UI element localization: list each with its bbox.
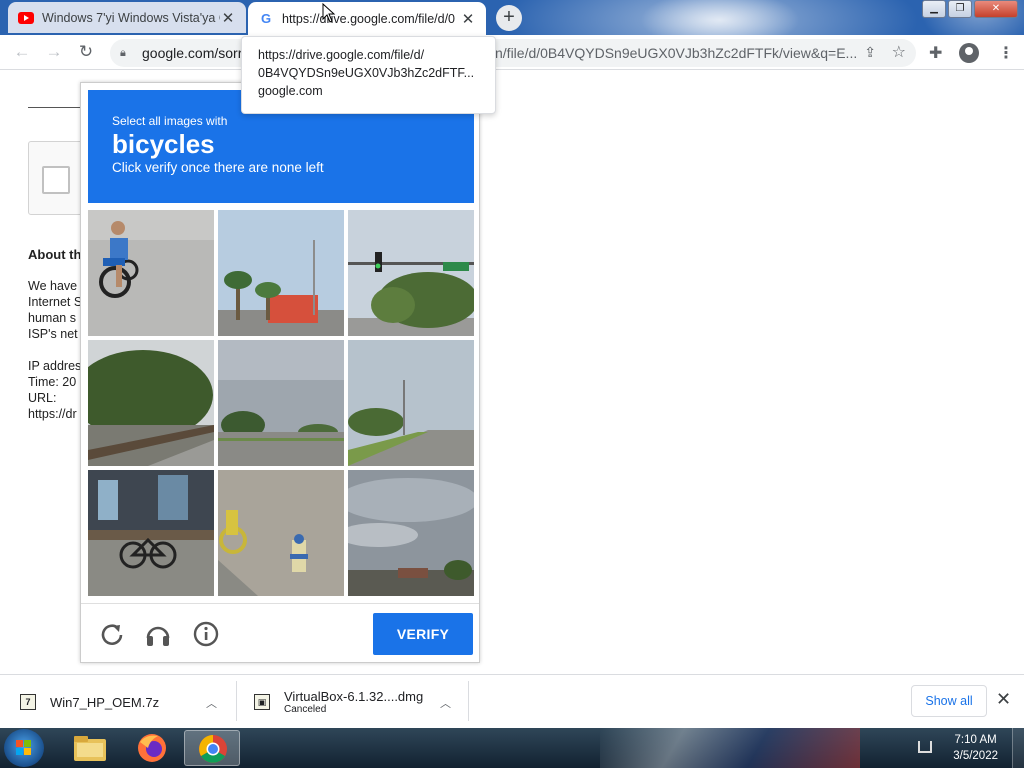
captcha-tile-bicycle-hydrant[interactable] xyxy=(218,470,344,596)
info-icon[interactable] xyxy=(192,620,220,648)
divider xyxy=(28,107,88,108)
close-icon[interactable]: ✕ xyxy=(220,9,236,27)
clock-time: 7:10 AM xyxy=(954,734,997,746)
firefox-icon xyxy=(138,734,166,762)
tooltip-url-line2: 0B4VQYDSn9eUGX0VJb3hZc2dFTF... xyxy=(258,66,475,80)
download-bar: 7 Win7_HP_OEM.7z ︿ ▣ VirtualBox-6.1.32..… xyxy=(0,674,1024,728)
download-filename: VirtualBox-6.1.32....dmg xyxy=(284,689,424,704)
download-item[interactable]: ▣ VirtualBox-6.1.32....dmg Canceled xyxy=(254,681,423,723)
bookmark-star-icon[interactable]: ☆ xyxy=(892,42,906,62)
tab-youtube[interactable]: Windows 7'yi Windows Vista'ya G ✕ xyxy=(8,2,246,33)
divider xyxy=(81,603,479,604)
about-heading: About th xyxy=(28,247,82,262)
captcha-tile-trees-fence[interactable] xyxy=(88,340,214,466)
folder-icon xyxy=(74,736,106,761)
captcha-tile-traffic-light[interactable] xyxy=(348,210,474,336)
minimize-button[interactable]: ▁ xyxy=(922,0,946,18)
instruction-small: Select all images with xyxy=(112,114,228,128)
disk-image-file-icon: ▣ xyxy=(254,694,270,710)
share-icon[interactable]: ⇪ xyxy=(864,44,876,61)
captcha-tile-cyclist[interactable] xyxy=(88,210,214,336)
page-line: human s xyxy=(28,311,76,325)
menu-kebab-icon[interactable]: ⋮ xyxy=(998,43,1014,63)
download-item[interactable]: 7 Win7_HP_OEM.7z xyxy=(20,681,159,723)
chevron-up-icon[interactable]: ︿ xyxy=(206,695,217,711)
window-close-button[interactable]: ✕ xyxy=(974,0,1018,18)
close-download-bar-icon[interactable]: ✕ xyxy=(996,689,1011,710)
chrome-icon xyxy=(199,735,227,763)
page-line: IP addres xyxy=(28,359,82,373)
browser-toolbar: ← → ↻ 🔒︎ google.com/sorr n/file/d/0B4VQY… xyxy=(0,35,1024,70)
recaptcha-anchor-box xyxy=(28,141,88,215)
clock[interactable]: 7:10 AM 3/5/2022 xyxy=(953,732,998,764)
show-desktop-button[interactable] xyxy=(1012,728,1024,768)
wallpaper-cloud xyxy=(640,0,800,35)
show-all-downloads-button[interactable]: Show all xyxy=(911,685,987,717)
url-text-tail: n/file/d/0B4VQYDSn9eUGX0VJb3hZc2dFTFk/vi… xyxy=(495,45,858,61)
recaptcha-checkbox[interactable] xyxy=(42,166,70,194)
page-line: Time: 20 xyxy=(28,375,77,389)
tooltip-url-line1: https://drive.google.com/file/d/ xyxy=(258,48,425,62)
lock-icon: 🔒︎ xyxy=(120,46,126,59)
instruction-sub: Click verify once there are none left xyxy=(112,160,324,175)
recaptcha-challenge-dialog: Select all images with bicycles Click ve… xyxy=(80,82,480,663)
address-bar[interactable]: 🔒︎ google.com/sorr n/file/d/0B4VQYDSn9eU… xyxy=(110,39,916,67)
wallpaper-art xyxy=(600,728,860,768)
page-line: We have xyxy=(28,279,78,293)
windows-logo-icon xyxy=(16,740,32,756)
image-grid xyxy=(88,210,474,596)
back-button[interactable]: ← xyxy=(10,41,34,65)
windows-taskbar: 7:10 AM 3/5/2022 xyxy=(0,728,1024,768)
page-line: URL: xyxy=(28,391,57,405)
captcha-tile-bicycle-building[interactable] xyxy=(88,470,214,596)
clock-date: 3/5/2022 xyxy=(953,750,998,762)
page-line: Internet S xyxy=(28,295,83,309)
mouse-cursor-icon xyxy=(322,3,336,23)
tooltip-domain: google.com xyxy=(258,84,323,98)
google-icon: G xyxy=(260,11,272,26)
audio-challenge-headphones-icon[interactable] xyxy=(144,620,172,648)
youtube-icon xyxy=(18,11,34,24)
start-button[interactable] xyxy=(4,729,44,767)
restore-button[interactable]: ❐ xyxy=(948,0,972,18)
network-icon[interactable] xyxy=(918,741,932,753)
tab-title: https://drive.google.com/file/d/0 xyxy=(282,11,456,26)
profile-avatar[interactable] xyxy=(959,43,979,63)
download-status: Canceled xyxy=(284,704,327,715)
tab-hover-tooltip: https://drive.google.com/file/d/ 0B4VQYD… xyxy=(241,36,496,114)
captcha-tile-palm-trees[interactable] xyxy=(218,210,344,336)
forward-button[interactable]: → xyxy=(42,41,66,65)
close-icon[interactable]: ✕ xyxy=(460,10,476,28)
extensions-puzzle-icon[interactable]: ✚ xyxy=(929,43,942,63)
taskbar-chrome[interactable] xyxy=(184,730,240,766)
chevron-up-icon[interactable]: ︿ xyxy=(440,695,451,711)
captcha-tile-highway[interactable] xyxy=(348,340,474,466)
divider xyxy=(468,681,469,721)
captcha-tile-cloudy-street[interactable] xyxy=(348,470,474,596)
tab-title: Windows 7'yi Windows Vista'ya G xyxy=(42,10,220,25)
archive-file-icon: 7 xyxy=(20,694,36,710)
tab-google-drive[interactable]: G https://drive.google.com/file/d/0 ✕ xyxy=(248,2,486,35)
system-tray: 7:10 AM 3/5/2022 xyxy=(904,728,1024,768)
window-controls: ▁ ❐ ✕ xyxy=(922,0,1018,18)
page-line: ISP's net xyxy=(28,327,78,341)
taskbar-firefox[interactable] xyxy=(124,730,180,766)
verify-button[interactable]: VERIFY xyxy=(373,613,473,655)
reload-challenge-icon[interactable] xyxy=(98,620,126,648)
divider xyxy=(236,681,237,721)
taskbar-explorer[interactable] xyxy=(62,730,118,766)
tab-strip: Windows 7'yi Windows Vista'ya G ✕ G http… xyxy=(0,0,1024,35)
download-filename: Win7_HP_OEM.7z xyxy=(50,694,160,710)
url-text: google.com/sorr xyxy=(142,45,243,61)
page-line: https://dr xyxy=(28,407,77,421)
instruction-target: bicycles xyxy=(112,129,215,159)
reload-button[interactable]: ↻ xyxy=(74,41,98,65)
captcha-tile-cloudy-road[interactable] xyxy=(218,340,344,466)
new-tab-button[interactable]: + xyxy=(496,5,522,31)
